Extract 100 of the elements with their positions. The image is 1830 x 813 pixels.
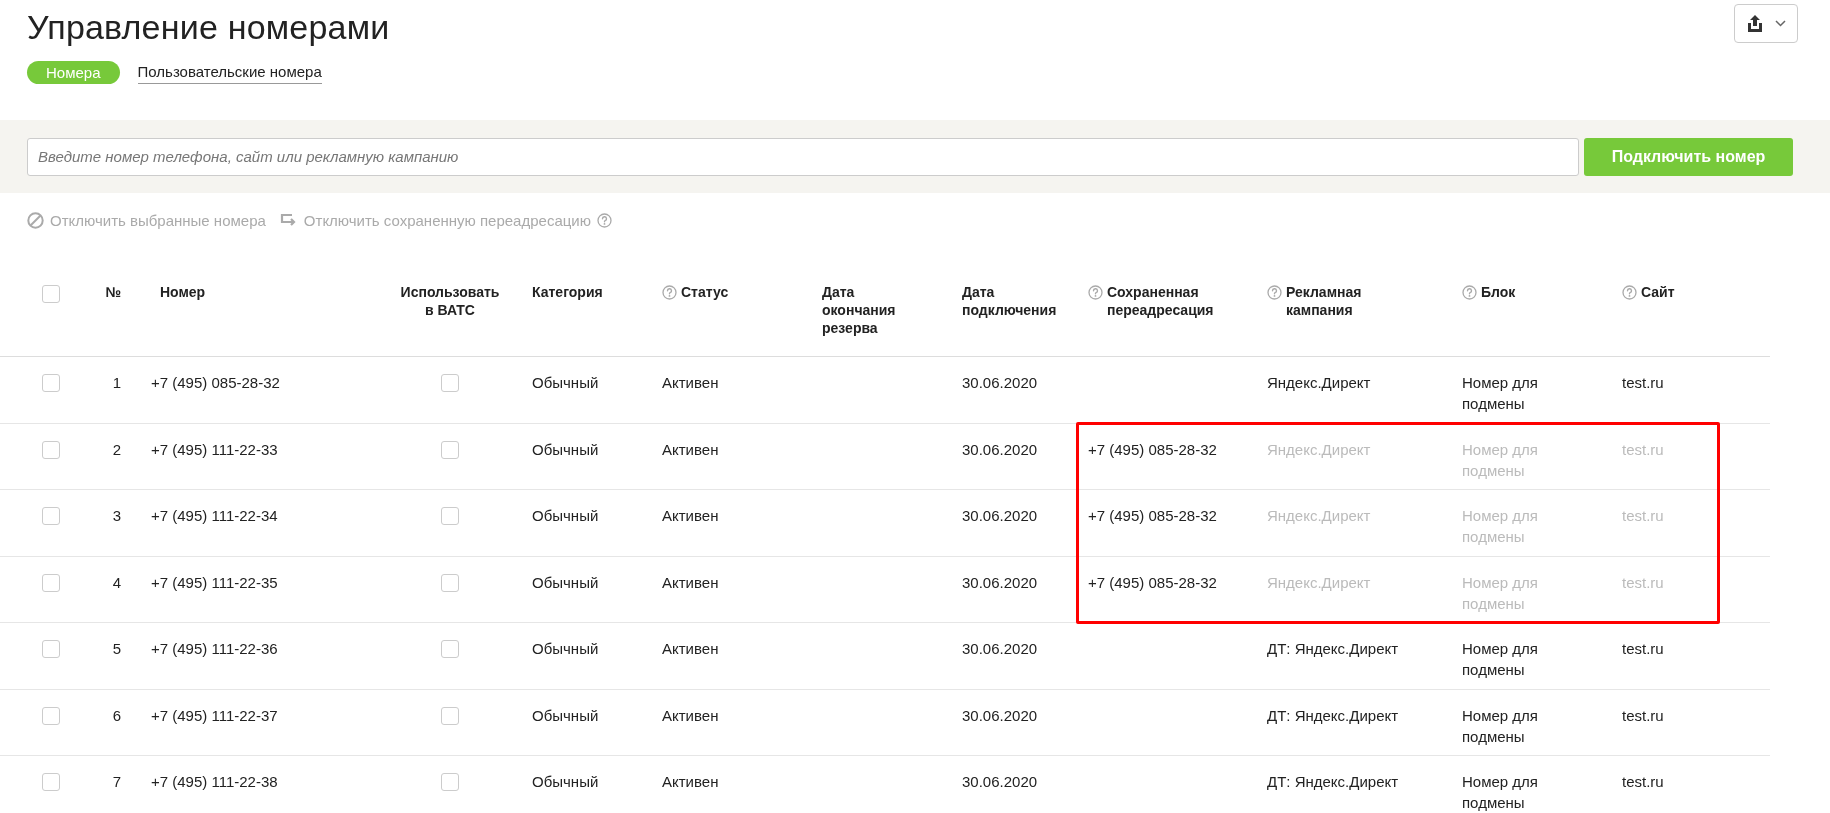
checkbox[interactable] <box>441 440 459 459</box>
checkbox[interactable] <box>42 440 60 459</box>
table-cell: 5 <box>112 640 121 657</box>
table-cell: +7 (495) 111-22-38 <box>151 773 278 790</box>
checkbox[interactable] <box>441 773 459 791</box>
table-cell: +7 (495) 085-28-32 <box>1088 507 1217 524</box>
checkbox[interactable] <box>441 573 459 592</box>
column-header: Номер <box>160 283 206 301</box>
column-header: Блок <box>1481 283 1516 301</box>
column-header: Сохраненная переадресация <box>1107 283 1215 319</box>
help-icon[interactable] <box>1622 285 1637 300</box>
table-cell: ДТ: Яндекс.Директ <box>1267 640 1399 657</box>
table-cell: Активен <box>662 773 719 790</box>
caret-icon <box>1774 20 1786 27</box>
table-cell: Обычный <box>532 440 599 458</box>
redirect-icon <box>279 213 298 227</box>
table-cell: Обычный <box>532 374 599 391</box>
table-cell-text: Номер для подмены <box>1462 506 1539 547</box>
table-cell: test.ru <box>1622 773 1664 790</box>
table-cell: 30.06.2020 <box>962 507 1038 524</box>
checkbox[interactable] <box>42 285 60 303</box>
table-cell: +7 (495) 085-28-32 <box>1088 440 1217 458</box>
column-header: Статус <box>681 283 729 301</box>
checkbox[interactable] <box>42 573 60 592</box>
checkbox[interactable] <box>42 773 60 791</box>
table-cell: Обычный <box>532 573 599 591</box>
table-cell: 30.06.2020 <box>962 374 1038 391</box>
table-cell: Обычный <box>532 773 599 790</box>
table-cell: Яндекс.Директ <box>1267 573 1371 591</box>
column-header: Сайт <box>1641 283 1675 301</box>
table-cell: Обычный <box>532 507 599 524</box>
column-header: Дата окончания резерва <box>822 283 897 337</box>
table-cell: +7 (495) 085-28-32 <box>1088 573 1217 591</box>
tab[interactable]: Номера <box>27 60 120 84</box>
checkbox[interactable] <box>42 507 60 525</box>
table-cell: 30.06.2020 <box>962 640 1038 657</box>
table-cell: test.ru <box>1622 573 1664 591</box>
table-cell: test.ru <box>1622 374 1664 391</box>
table-cell: +7 (495) 111-22-35 <box>151 573 278 591</box>
table-cell: test.ru <box>1622 440 1664 458</box>
help-icon[interactable] <box>1088 285 1103 300</box>
table-cell: Обычный <box>532 706 599 724</box>
table-cell: Яндекс.Директ <box>1267 440 1371 458</box>
table-cell: +7 (495) 085-28-32 <box>151 374 280 391</box>
table-cell: 2 <box>112 440 121 458</box>
export-button[interactable] <box>1734 4 1798 43</box>
search-field[interactable]: Введите номер телефона, сайт или рекламную кампанию <box>27 137 1579 176</box>
page-title: Управление номерами <box>27 8 390 47</box>
table-cell: Активен <box>662 440 719 458</box>
column-header: Дата подключения <box>962 283 1058 319</box>
checkbox[interactable] <box>42 706 60 725</box>
help-icon[interactable] <box>1462 285 1477 300</box>
table-cell: +7 (495) 111-22-36 <box>151 640 278 657</box>
column-header: Использовать в ВАТС <box>399 283 501 319</box>
checkbox[interactable] <box>441 640 459 658</box>
table-cell-text: Номер для подмены <box>1462 705 1539 747</box>
tab[interactable]: Пользовательские номера <box>137 60 322 84</box>
table-cell: 1 <box>112 374 121 391</box>
table-cell: 7 <box>112 773 121 790</box>
table-cell: 4 <box>112 573 121 591</box>
help-icon[interactable] <box>662 285 677 300</box>
table-cell: test.ru <box>1622 706 1664 724</box>
table-cell-text: Номер для подмены <box>1462 373 1539 414</box>
table-cell-text: Номер для подмены <box>1462 439 1539 481</box>
table-cell: 30.06.2020 <box>962 573 1038 591</box>
column-header: № <box>105 283 121 301</box>
table-cell-text: Номер для подмены <box>1462 772 1539 813</box>
upload-icon <box>1746 14 1763 33</box>
table-cell: 30.06.2020 <box>962 773 1038 790</box>
column-header: Категория <box>532 283 603 301</box>
table-cell: Обычный <box>532 640 599 657</box>
checkbox[interactable] <box>441 507 459 525</box>
checkbox[interactable] <box>42 374 60 392</box>
table-cell: Активен <box>662 374 719 391</box>
table-cell: 6 <box>112 706 121 724</box>
table-cell: +7 (495) 111-22-33 <box>151 440 278 458</box>
column-header: Рекламная кампания <box>1286 283 1363 319</box>
table-cell: ДТ: Яндекс.Директ <box>1267 706 1399 724</box>
checkbox[interactable] <box>441 374 459 392</box>
table-cell: ДТ: Яндекс.Директ <box>1267 773 1399 790</box>
table-cell: 30.06.2020 <box>962 440 1038 458</box>
table-cell: Активен <box>662 706 719 724</box>
table-cell: Активен <box>662 507 719 524</box>
table-cell: +7 (495) 111-22-37 <box>151 706 278 724</box>
checkbox[interactable] <box>441 706 459 725</box>
table-cell: test.ru <box>1622 507 1664 524</box>
table-cell: test.ru <box>1622 640 1664 657</box>
table-cell-text: Номер для подмены <box>1462 639 1539 680</box>
prohibited-icon <box>27 211 44 229</box>
table-cell: +7 (495) 111-22-34 <box>151 507 278 524</box>
checkbox[interactable] <box>42 640 60 658</box>
table-cell: 3 <box>112 507 121 524</box>
table-cell: Яндекс.Директ <box>1267 507 1371 524</box>
table-cell: 30.06.2020 <box>962 706 1038 724</box>
table-cell: Активен <box>662 573 719 591</box>
connect-button[interactable]: Подключить номер <box>1584 137 1793 176</box>
help-icon[interactable] <box>1267 285 1282 300</box>
table-cell: Активен <box>662 640 719 657</box>
table-cell-text: Номер для подмены <box>1462 572 1539 614</box>
table-cell: Яндекс.Директ <box>1267 374 1371 391</box>
